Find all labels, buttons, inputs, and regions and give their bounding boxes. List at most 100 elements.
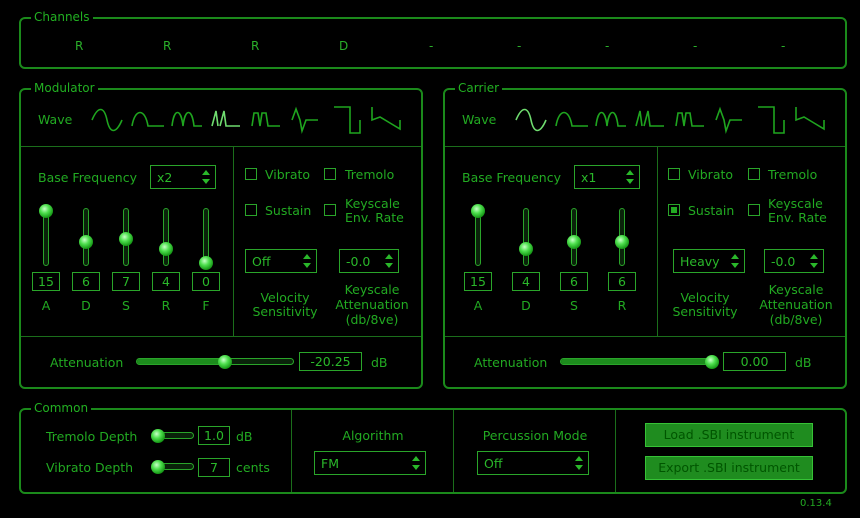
wave-derived-square-icon bbox=[795, 107, 825, 131]
channels-title: Channels bbox=[31, 10, 93, 24]
modulator-keyscale-env-label-2: Env. Rate bbox=[345, 210, 404, 225]
carrier-velocity-label-2: Sensitivity bbox=[672, 304, 738, 319]
modulator-slider-knob-s[interactable] bbox=[119, 231, 133, 246]
carrier-base-freq-select[interactable]: x1 bbox=[574, 165, 640, 189]
wave-half-sine-icon bbox=[555, 111, 588, 127]
modulator-slider-label-a: A bbox=[41, 298, 51, 313]
modulator-attenuation-value[interactable]: -20.25 bbox=[299, 352, 362, 371]
carrier-attenuation-knob[interactable] bbox=[705, 355, 719, 369]
carrier-slider-value-r[interactable]: 6 bbox=[608, 272, 636, 291]
wave-square-icon bbox=[334, 106, 361, 134]
modulator-attenuation-knob[interactable] bbox=[218, 355, 232, 369]
percussion-mode-select[interactable]: Off bbox=[477, 451, 589, 475]
carrier-attenuation-value[interactable]: 0.00 bbox=[723, 352, 786, 371]
channel-4[interactable]: D bbox=[339, 39, 348, 53]
vibrato-depth-value[interactable]: 7 bbox=[198, 458, 230, 477]
carrier-slider-knob-a[interactable] bbox=[471, 204, 485, 218]
algorithm-label: Algorithm bbox=[342, 428, 404, 443]
carrier-tremolo-label: Tremolo bbox=[768, 167, 818, 182]
modulator-velocity-select[interactable]: Off bbox=[245, 249, 317, 273]
channel-7[interactable]: - bbox=[605, 39, 609, 53]
channel-5[interactable]: - bbox=[429, 39, 433, 53]
modulator-slider-value-s[interactable]: 7 bbox=[112, 272, 140, 291]
wave-abs-even-sine-icon bbox=[291, 106, 318, 135]
carrier-keyscale-att-select[interactable]: -0.0 bbox=[764, 249, 824, 273]
carrier-attenuation-unit: dB bbox=[795, 355, 812, 370]
carrier-velocity-select[interactable]: Heavy bbox=[673, 249, 745, 273]
wave-derived-square-icon bbox=[371, 107, 401, 131]
load-sbi-button[interactable]: Load .SBI instrument bbox=[645, 423, 813, 447]
modulator-base-freq-label: Base Frequency bbox=[38, 170, 137, 185]
channel-2[interactable]: R bbox=[163, 39, 171, 53]
channel-9[interactable]: - bbox=[781, 39, 785, 53]
modulator-slider-value-d[interactable]: 6 bbox=[72, 272, 100, 291]
tremolo-depth-unit: dB bbox=[236, 429, 253, 444]
modulator-keyscale-env-checkbox[interactable] bbox=[324, 204, 336, 216]
tremolo-depth-knob[interactable] bbox=[151, 429, 165, 443]
carrier-slider-value-s[interactable]: 6 bbox=[560, 272, 588, 291]
carrier-slider-value-a[interactable]: 15 bbox=[464, 272, 492, 291]
modulator-base-freq-select[interactable]: x2 bbox=[150, 165, 216, 189]
vibrato-depth-label: Vibrato Depth bbox=[46, 460, 134, 475]
modulator-tremolo-checkbox[interactable] bbox=[324, 168, 336, 180]
carrier-attenuation-label: Attenuation bbox=[474, 355, 548, 370]
carrier-sustain-checkbox[interactable] bbox=[668, 204, 680, 216]
carrier-title: Carrier bbox=[455, 81, 503, 95]
modulator-sustain-checkbox[interactable] bbox=[245, 204, 257, 216]
modulator-keyscale-env-label-1: Keyscale bbox=[345, 196, 400, 211]
channel-3[interactable]: R bbox=[251, 39, 259, 53]
carrier-vibrato-checkbox[interactable] bbox=[668, 168, 680, 180]
updown-arrow-icon bbox=[731, 254, 739, 268]
updown-arrow-icon bbox=[202, 170, 210, 184]
updown-arrow-icon bbox=[626, 170, 634, 184]
modulator-slider-value-r[interactable]: 4 bbox=[152, 272, 180, 291]
channel-8[interactable]: - bbox=[693, 39, 697, 53]
modulator-keyscale-att-select[interactable]: -0.0 bbox=[339, 249, 399, 273]
channel-6[interactable]: - bbox=[517, 39, 521, 53]
modulator-vibrato-label: Vibrato bbox=[265, 167, 311, 182]
modulator-slider-r[interactable] bbox=[163, 208, 169, 266]
wave-half-sine-icon bbox=[131, 111, 164, 127]
carrier-velocity-label-1: Velocity bbox=[680, 290, 730, 305]
modulator-slider-value-f[interactable]: 0 bbox=[192, 272, 220, 291]
carrier-keyscale-att-label-2: Attenuation bbox=[759, 297, 833, 312]
modulator-velocity-label-2: Sensitivity bbox=[252, 304, 318, 319]
algorithm-select[interactable]: FM bbox=[314, 451, 426, 475]
version-label: 0.13.4 bbox=[800, 498, 832, 509]
modulator-vdivider bbox=[233, 146, 234, 336]
carrier-wave-selector[interactable] bbox=[514, 103, 830, 137]
carrier-slider-d[interactable] bbox=[523, 208, 529, 266]
modulator-slider-knob-f[interactable] bbox=[199, 256, 213, 270]
modulator-slider-knob-r[interactable] bbox=[159, 241, 173, 256]
tremolo-depth-value[interactable]: 1.0 bbox=[198, 426, 230, 445]
percussion-mode-label: Percussion Mode bbox=[482, 428, 588, 443]
vibrato-depth-knob[interactable] bbox=[151, 460, 165, 474]
wave-abs-even-sine-icon bbox=[715, 106, 742, 135]
modulator-title: Modulator bbox=[31, 81, 98, 95]
modulator-slider-value-a[interactable]: 15 bbox=[32, 272, 60, 291]
modulator-keyscale-att-value: -0.0 bbox=[346, 254, 371, 269]
common-divider-3 bbox=[615, 410, 616, 492]
modulator-keyscale-att-label-2: Attenuation bbox=[335, 297, 409, 312]
carrier-keyscale-att-label-1: Keyscale bbox=[768, 282, 824, 297]
modulator-attenuation-slider[interactable] bbox=[136, 358, 294, 365]
carrier-base-freq-label: Base Frequency bbox=[462, 170, 561, 185]
carrier-slider-value-d[interactable]: 4 bbox=[512, 272, 540, 291]
carrier-keyscale-att-value: -0.0 bbox=[771, 254, 796, 269]
carrier-attenuation-slider[interactable] bbox=[560, 358, 718, 365]
carrier-slider-knob-d[interactable] bbox=[519, 241, 533, 256]
modulator-attenuation-unit: dB bbox=[371, 355, 388, 370]
modulator-slider-label-f: F bbox=[202, 298, 210, 313]
wave-pulse-sine-icon bbox=[211, 110, 240, 127]
carrier-keyscale-env-checkbox[interactable] bbox=[748, 204, 760, 216]
wave-pulse-sine-icon bbox=[635, 110, 664, 127]
modulator-vibrato-checkbox[interactable] bbox=[245, 168, 257, 180]
modulator-wave-selector[interactable] bbox=[90, 103, 406, 137]
carrier-tremolo-checkbox[interactable] bbox=[748, 168, 760, 180]
export-sbi-button[interactable]: Export .SBI instrument bbox=[645, 456, 813, 480]
wave-sine-icon bbox=[91, 108, 123, 132]
modulator-slider-knob-a[interactable] bbox=[39, 204, 53, 218]
modulator-wave-divider bbox=[21, 146, 421, 147]
carrier-vdivider bbox=[657, 146, 658, 336]
channel-1[interactable]: R bbox=[75, 39, 83, 53]
